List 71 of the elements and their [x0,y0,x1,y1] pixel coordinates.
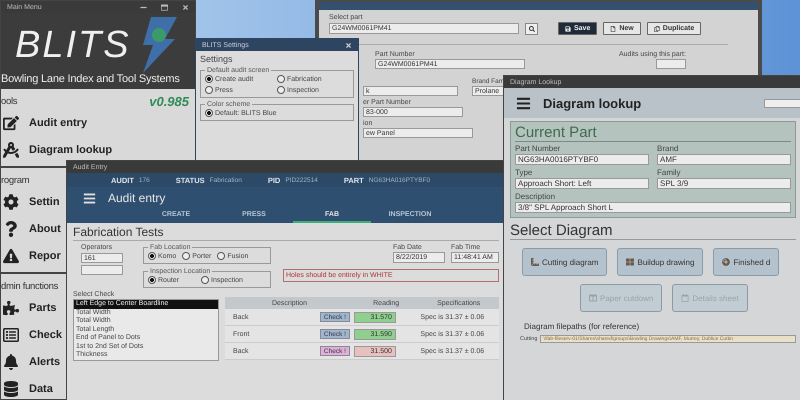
columns-icon [589,294,597,302]
maximize-icon[interactable] [161,4,168,10]
app-subtitle: Bowling Lane Index and Tool Systems [1,73,181,85]
part-field: Approach Short: Left [515,178,649,189]
field-label: Family [657,168,682,177]
database-icon [3,380,19,396]
field-label: Part Number [515,144,562,153]
file-icon [610,26,616,32]
section-title: Fabrication Tests [73,225,499,241]
warning-icon [3,248,19,264]
radio-button[interactable] [148,276,156,284]
operator-field[interactable] [81,265,123,275]
search-icon [528,26,534,32]
menu-item[interactable]: Audit entry [1,109,88,136]
settings-heading: Settings [200,54,234,64]
diagram-button[interactable]: Finished d [713,248,780,276]
menu-item[interactable]: Settin [1,188,60,215]
radio-button[interactable] [277,86,285,94]
close-icon[interactable] [182,4,189,10]
page-title: Audit entry [108,191,166,205]
menu-item[interactable]: Parts [1,294,57,321]
settings-icon [3,194,19,210]
menu-item[interactable]: Diagram lookup [1,136,112,163]
menu-item[interactable]: Check [1,321,62,348]
search-field[interactable] [764,98,800,108]
calendar-icon [681,294,690,302]
audits-count-field[interactable] [656,59,686,69]
bell-icon [3,354,19,370]
section-heading: ools [1,96,18,106]
radio-button[interactable] [182,252,190,260]
puzzle-icon [3,300,19,316]
part-field: 3/8" SPL Approach Short L [515,202,791,213]
radio-button[interactable] [148,252,156,260]
radio-button[interactable] [201,276,210,284]
diagram-button[interactable]: Cutting diagram [522,248,608,276]
edit-icon [3,114,19,130]
copy-icon [654,26,660,32]
part-field: SPL 3/9 [657,178,791,189]
radio-button[interactable] [205,86,213,94]
version-label: v0.985 [149,94,189,108]
part-field: AMF [657,154,791,165]
menu-icon[interactable] [516,96,531,110]
radio-button[interactable] [217,252,226,260]
section-title: Select Diagram [510,222,796,240]
field-label: Description [515,192,556,201]
grid-icon [626,258,634,266]
menu-item[interactable]: About [1,215,61,242]
part-field: NG63HA0016PTYBF0 [515,154,649,165]
list-icon [3,326,19,342]
menu-item[interactable]: Alerts [1,348,60,375]
menu-item[interactable]: Data [1,375,53,399]
radio-button[interactable] [277,75,285,83]
section-heading: rogram [1,174,30,186]
panel-title: Current Part [515,124,791,142]
filepaths-heading: Diagram filepaths (for reference) [523,322,640,331]
question-icon [3,220,19,236]
radio-button[interactable] [205,109,213,117]
page-title: Diagram lookup [543,96,642,110]
close-icon[interactable] [345,42,352,48]
radio-button[interactable] [205,75,213,83]
menu-icon[interactable] [83,192,96,204]
logo-text: BLITS [14,25,131,65]
menu-item[interactable]: Repor [1,242,61,269]
compass-icon [3,142,19,158]
section-heading: dmin functions [1,280,58,292]
diagram-button[interactable]: Buildup drawing [617,248,704,276]
field-label: Type [515,168,534,177]
save-icon [565,26,571,32]
field-label: Brand [657,144,680,153]
ruler-icon [531,258,539,266]
search-button[interactable] [525,22,538,34]
